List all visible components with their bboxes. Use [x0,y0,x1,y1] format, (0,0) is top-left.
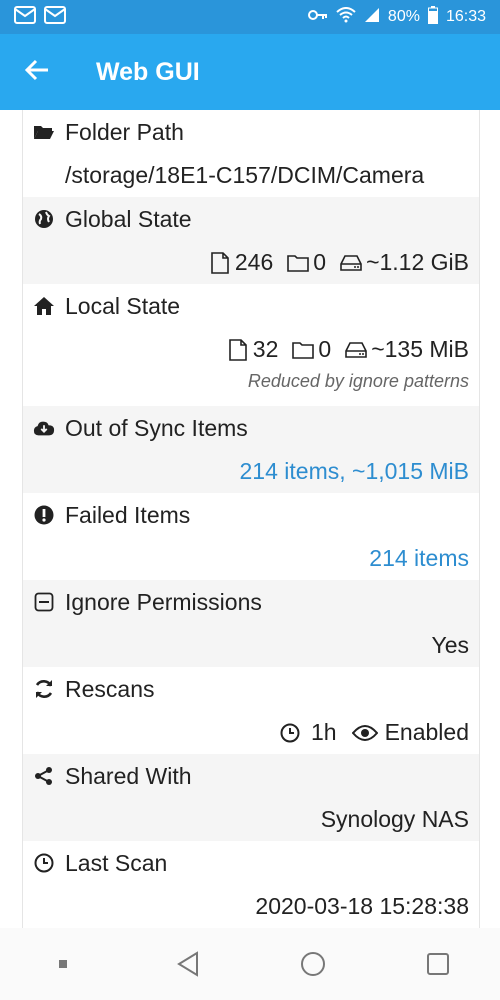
global-file-count: 246 [234,249,274,275]
eye-icon [351,722,379,744]
notification-icon [14,5,36,29]
last-scan-value: 2020-03-18 15:28:38 [255,893,469,919]
last-scan-row: Last Scan 2020-03-18 15:28:38 [23,841,479,928]
global-state-label: Global State [65,205,192,232]
nav-home-icon[interactable] [283,934,343,994]
globe-icon [33,208,55,230]
shared-with-value: Synology NAS [320,806,469,832]
failed-items-link[interactable]: 214 items [369,545,469,572]
share-icon [33,765,55,787]
ignore-permissions-row: Ignore Permissions Yes [23,580,479,667]
folder-icon [287,252,310,274]
nav-dot-icon[interactable] [33,934,93,994]
global-size: ~1.12 GiB [366,249,469,275]
key-icon [307,8,328,27]
out-of-sync-link[interactable]: 214 items, ~1,015 MiB [240,458,469,485]
folder-icon [292,339,315,361]
failed-items-row[interactable]: Failed Items 214 items [23,493,479,580]
hard-drive-icon [340,252,362,274]
local-file-count: 32 [252,336,279,362]
exclamation-circle-icon [33,504,55,526]
local-state-label: Local State [65,292,181,319]
local-folder-count: 0 [318,336,332,362]
home-icon [33,295,55,317]
rescans-label: Rescans [65,675,155,702]
folder-details[interactable]: Folder Path /storage/18E1-C157/DCIM/Came… [22,110,480,928]
clock-icon [279,722,301,744]
rescan-interval: 1h [310,719,337,745]
page-title: Web GUI [96,57,200,86]
status-bar: 80% 16:33 [0,0,500,34]
local-state-note: Reduced by ignore patterns [247,371,469,391]
minus-square-icon [33,591,55,613]
battery-icon [427,5,438,29]
last-scan-label: Last Scan [65,849,168,876]
out-of-sync-row[interactable]: Out of Sync Items 214 items, ~1,015 MiB [23,406,479,493]
ignore-permissions-label: Ignore Permissions [65,588,262,615]
wifi-icon [336,6,356,28]
clock-time: 16:33 [445,8,486,25]
folder-path-value: /storage/18E1-C157/DCIM/Camera [65,162,425,188]
fs-watcher-status: Enabled [384,719,469,745]
app-bar: Web GUI [0,34,500,110]
folder-open-icon [33,121,55,143]
back-arrow-icon[interactable] [24,57,50,88]
folder-path-row: Folder Path /storage/18E1-C157/DCIM/Came… [23,110,479,197]
global-state-row: Global State 246 0 ~1.12 GiB [23,197,479,284]
refresh-icon [33,678,55,700]
notification-icon [44,5,66,29]
ignore-permissions-value: Yes [431,632,469,658]
file-icon [227,338,249,361]
out-of-sync-label: Out of Sync Items [65,414,248,441]
nav-recents-icon[interactable] [408,934,468,994]
failed-items-label: Failed Items [65,501,191,528]
cloud-download-icon [33,417,55,439]
battery-level: 80% [387,8,420,25]
clock-icon [33,852,55,874]
signal-icon [364,7,380,28]
hard-drive-icon [345,339,367,361]
shared-with-label: Shared With [65,762,192,789]
rescans-row: Rescans 1h Enabled [23,667,479,754]
shared-with-row: Shared With Synology NAS [23,754,479,841]
local-size: ~135 MiB [371,336,469,362]
folder-path-label: Folder Path [65,118,184,145]
global-folder-count: 0 [313,249,327,275]
system-nav-bar [0,928,500,1000]
file-icon [209,251,231,274]
nav-back-icon[interactable] [158,934,218,994]
local-state-row: Local State 32 0 ~135 MiB Reduced by ign… [23,284,479,406]
